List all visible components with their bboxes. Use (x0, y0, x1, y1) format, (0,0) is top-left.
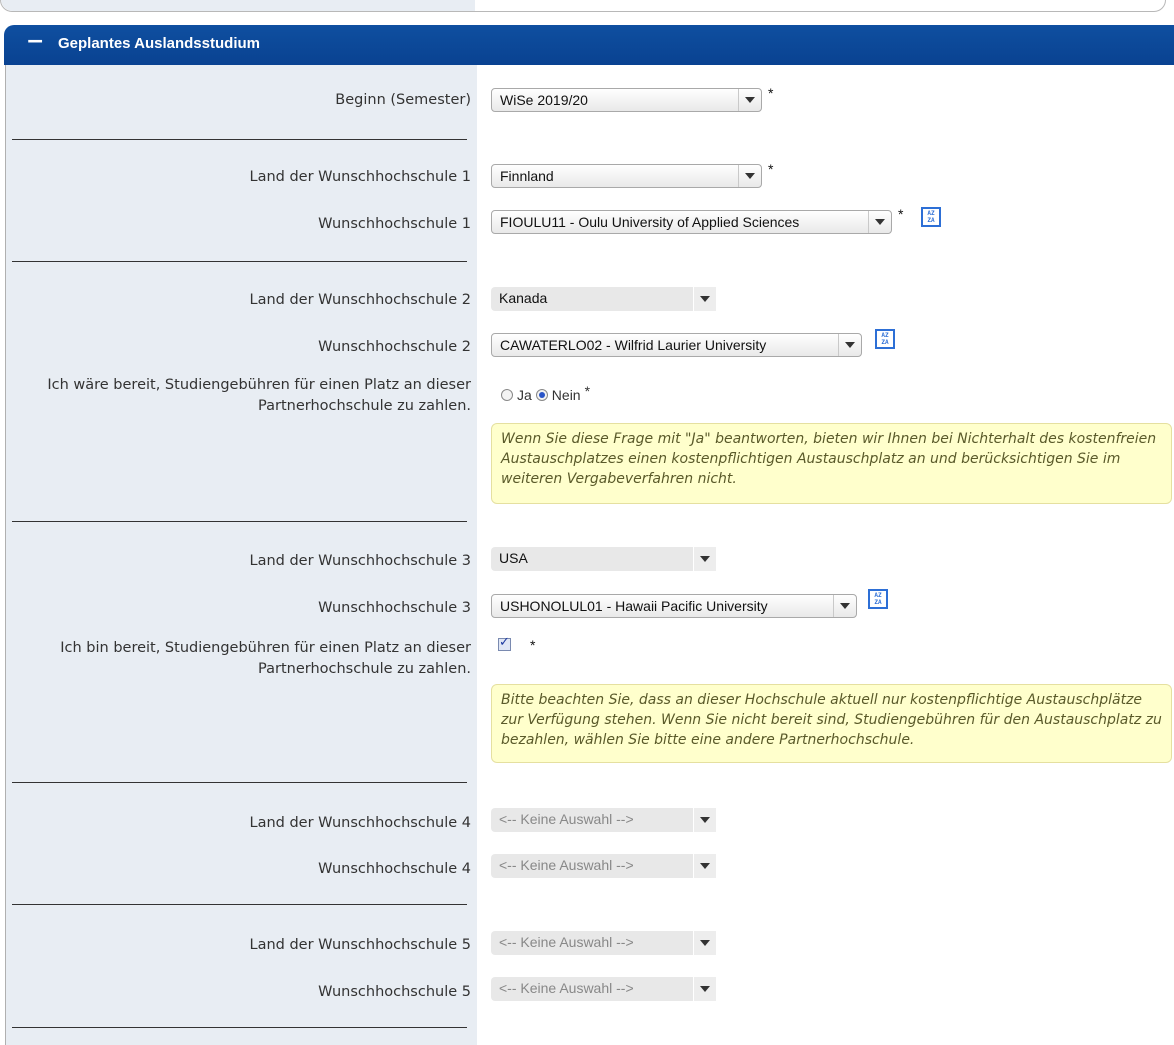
fee3-info-note: Bitte beachten Sie, dass an dieser Hochs… (491, 684, 1172, 763)
school5-label: Wunschhochschule 5 (318, 984, 471, 1000)
chevron-down-icon[interactable] (693, 808, 716, 832)
semester-value: WiSe 2019/20 (500, 92, 588, 108)
fee2-label: Ich wäre bereit, Studiengebühren für ein… (47, 377, 471, 414)
chevron-down-icon[interactable] (738, 89, 761, 111)
school1-select[interactable]: FIOULU11 - Oulu University of Applied Sc… (491, 210, 892, 234)
country4-select[interactable]: <-- Keine Auswahl --> (491, 808, 716, 832)
school1-value: FIOULU11 - Oulu University of Applied Sc… (500, 214, 800, 230)
panel-title: Geplantes Auslandsstudium (58, 35, 260, 52)
separator (12, 521, 467, 522)
previous-panel-bottom (0, 0, 1166, 12)
chevron-down-icon[interactable] (738, 165, 761, 187)
semester-label: Beginn (Semester) (335, 92, 471, 108)
separator (12, 261, 467, 262)
school3-select[interactable]: USHONOLUL01 - Hawaii Pacific University (491, 594, 857, 618)
country2-value: Kanada (499, 290, 548, 306)
country2-label: Land der Wunschhochschule 2 (249, 292, 472, 308)
panel-header[interactable]: − Geplantes Auslandsstudium (4, 25, 1174, 65)
required-marker: * (898, 206, 904, 222)
radio-no[interactable] (535, 389, 548, 401)
school4-value: <-- Keine Auswahl --> (499, 857, 634, 873)
required-marker: * (768, 161, 774, 177)
required-marker: * (584, 383, 591, 399)
collapse-minus-icon[interactable]: − (26, 29, 44, 54)
school2-value: CAWATERLO02 - Wilfrid Laurier University (500, 337, 767, 353)
panel-left-border (5, 65, 6, 1045)
school1-label: Wunschhochschule 1 (318, 216, 471, 232)
school3-label: Wunschhochschule 3 (318, 600, 471, 616)
country3-value: USA (499, 550, 528, 566)
separator (12, 904, 467, 905)
country1-select[interactable]: Finnland (491, 164, 762, 188)
chevron-down-icon[interactable] (838, 334, 861, 356)
country4-value: <-- Keine Auswahl --> (499, 811, 634, 827)
required-marker: * (768, 85, 774, 101)
school3-value: USHONOLUL01 - Hawaii Pacific University (500, 598, 768, 614)
required-marker: * (530, 637, 536, 653)
chevron-down-icon[interactable] (693, 547, 716, 571)
chevron-down-icon[interactable] (868, 211, 891, 233)
fee2-info-note: Wenn Sie diese Frage mit "Ja" beantworte… (491, 423, 1172, 504)
country2-select[interactable]: Kanada (491, 287, 716, 311)
school4-select[interactable]: <-- Keine Auswahl --> (491, 854, 716, 878)
semester-select[interactable]: WiSe 2019/20 (491, 88, 762, 112)
separator (12, 782, 467, 783)
school4-label: Wunschhochschule 4 (318, 861, 471, 877)
country1-label: Land der Wunschhochschule 1 (249, 169, 472, 185)
chevron-down-icon[interactable] (693, 854, 716, 878)
country4-label: Land der Wunschhochschule 4 (249, 815, 472, 831)
az-lookup-icon[interactable] (875, 329, 895, 349)
radio-yes[interactable] (501, 389, 513, 401)
country5-label: Land der Wunschhochschule 5 (249, 937, 472, 953)
fee3-label: Ich bin bereit, Studiengebühren für eine… (60, 640, 471, 677)
fee3-checkbox[interactable] (498, 635, 511, 651)
country5-select[interactable]: <-- Keine Auswahl --> (491, 931, 716, 955)
az-lookup-icon[interactable] (921, 207, 941, 227)
separator (12, 139, 467, 140)
school5-select[interactable]: <-- Keine Auswahl --> (491, 977, 716, 1001)
radio-yes-label[interactable]: Ja (517, 387, 532, 403)
chevron-down-icon[interactable] (693, 287, 716, 311)
chevron-down-icon[interactable] (693, 977, 716, 1001)
country5-value: <-- Keine Auswahl --> (499, 934, 634, 950)
school2-select[interactable]: CAWATERLO02 - Wilfrid Laurier University (491, 333, 862, 357)
radio-no-label[interactable]: Nein (552, 387, 581, 403)
school5-value: <-- Keine Auswahl --> (499, 980, 634, 996)
az-lookup-icon[interactable] (868, 589, 888, 609)
country1-value: Finnland (500, 168, 554, 184)
chevron-down-icon[interactable] (693, 931, 716, 955)
separator (12, 1027, 467, 1028)
school2-label: Wunschhochschule 2 (318, 339, 471, 355)
fee2-radio-group: Ja Nein * (501, 383, 590, 403)
country3-select[interactable]: USA (491, 547, 716, 571)
country3-label: Land der Wunschhochschule 3 (249, 553, 472, 569)
chevron-down-icon[interactable] (833, 595, 856, 617)
